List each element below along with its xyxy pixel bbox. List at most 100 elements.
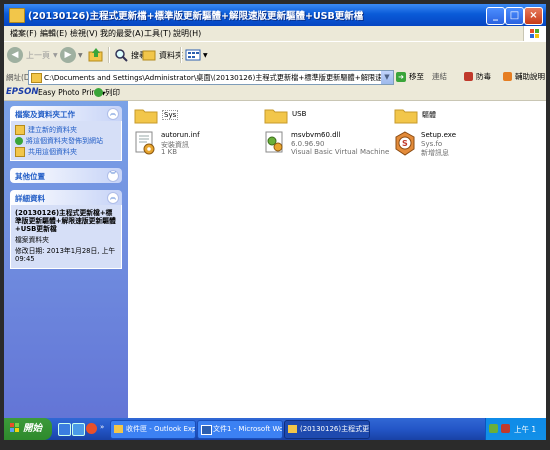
menu-bar: 檔案(F) 編輯(E) 檢視(V) 我的最愛(A) 工具(T) 說明(H): [4, 26, 546, 41]
help-button[interactable]: 輔助說明: [503, 71, 545, 82]
back-button[interactable]: ◀ 上一頁 ▼: [7, 46, 58, 64]
explorer-window: (20130126)主程式更新檔+標準版更新驅體+解限速版更新驅體+USB更新檔…: [4, 4, 546, 440]
links-button[interactable]: 連結: [432, 71, 447, 82]
shield-icon: [464, 72, 473, 81]
menu-favorites[interactable]: 我的最愛(A): [100, 28, 144, 39]
folder-icon: [264, 109, 288, 124]
folder-icon: [288, 425, 297, 433]
details-panel: 詳細資料 ︽ (20130126)主程式更新檔+標準版更新驅體+解限速版更新驅體…: [10, 190, 122, 269]
menu-view[interactable]: 檢視(V): [70, 28, 98, 39]
task-pane: 檔案及資料夾工作 ︽ 建立新的資料夾 將這個資料夾發佈到網站 共用這個資料夾 其…: [4, 101, 128, 418]
chevron-down-icon: ▼: [78, 51, 83, 59]
title-bar[interactable]: (20130126)主程式更新檔+標準版更新驅體+解限速版更新驅體+USB更新檔…: [4, 4, 546, 26]
search-icon: [115, 49, 128, 62]
menu-tools[interactable]: 工具(T): [144, 28, 171, 39]
setup-app-icon: S: [395, 131, 415, 156]
file-tasks-panel: 檔案及資料夾工作 ︽ 建立新的資料夾 將這個資料夾發佈到網站 共用這個資料夾: [10, 106, 122, 161]
address-input[interactable]: C:\Documents and Settings\Administrator\…: [28, 70, 394, 85]
tray-network-icon[interactable]: [489, 424, 498, 433]
printer-icon: [94, 88, 103, 97]
start-button[interactable]: 開始: [4, 418, 52, 440]
forward-button[interactable]: ▶ ▼: [60, 46, 83, 64]
menu-edit[interactable]: 編輯(E): [40, 28, 67, 39]
collapse-icon[interactable]: ︽: [107, 192, 119, 204]
folder-icon: [394, 109, 418, 124]
print-button[interactable]: 列印: [94, 87, 120, 98]
details-modified: 修改日期: 2013年1月28日, 上午 09:45: [15, 247, 116, 263]
dll-file-icon: [265, 131, 283, 153]
quicklaunch-more-icon[interactable]: »: [100, 423, 104, 431]
epson-toolbar: EPSON Easy Photo Print ▼ 列印: [4, 86, 546, 101]
task-publish-web[interactable]: 將這個資料夾發佈到網站: [15, 135, 117, 146]
minimize-button[interactable]: _: [486, 7, 505, 25]
help-icon: [503, 72, 512, 81]
window-title: (20130126)主程式更新檔+標準版更新驅體+解限速版更新驅體+USB更新檔: [28, 11, 364, 22]
epson-logo: EPSON: [6, 87, 39, 97]
task-explorer[interactable]: (20130126)主程式更...: [284, 420, 370, 439]
collapse-icon[interactable]: ︽: [107, 108, 119, 120]
close-button[interactable]: ×: [524, 7, 543, 25]
task-new-folder[interactable]: 建立新的資料夾: [15, 124, 117, 135]
task-share-folder[interactable]: 共用這個資料夾: [15, 146, 117, 157]
menu-file[interactable]: 檔案(F): [10, 28, 37, 39]
task-word[interactable]: 文件1 - Microsoft Word: [197, 420, 283, 439]
file-item-msvbvm60[interactable]: msvbvm60.dll 6.0.96.90 Visual Basic Virt…: [264, 131, 389, 161]
file-item-autorun[interactable]: autorun.inf 安裝資訊 1 KB: [134, 131, 254, 161]
views-icon: [185, 49, 201, 61]
file-list: Sys USB 驅體 autorun.inf 安裝資訊 1 KB msvbvm6…: [128, 101, 546, 418]
details-header[interactable]: 詳細資料 ︽: [10, 190, 122, 205]
other-places-panel: 其他位置 ︾: [10, 168, 122, 183]
folder-item-usb[interactable]: USB: [264, 105, 384, 129]
folder-item-sys[interactable]: Sys: [134, 105, 254, 129]
details-name: (20130126)主程式更新檔+標準版更新驅體+解限速版更新驅體+USB更新檔: [15, 209, 116, 233]
media-icon[interactable]: [86, 423, 97, 434]
new-folder-icon: [15, 124, 25, 135]
chevron-down-icon[interactable]: ▼: [381, 71, 393, 84]
expand-icon[interactable]: ︾: [107, 170, 119, 182]
separator: [108, 47, 110, 63]
system-tray: 上午 1: [485, 418, 546, 440]
folder-icon: [134, 109, 158, 124]
go-arrow-icon: ➜: [396, 71, 406, 82]
windows-flag-icon: [10, 423, 19, 432]
folder-item-driver[interactable]: 驅體: [394, 105, 514, 129]
show-desktop-icon[interactable]: [72, 423, 85, 436]
tray-antivirus-icon[interactable]: [501, 424, 510, 433]
word-icon: [201, 425, 212, 435]
windows-logo-icon: [523, 26, 546, 41]
chevron-down-icon: ▼: [203, 51, 208, 59]
share-folder-icon: [15, 146, 25, 157]
folders-button[interactable]: 資料夾: [142, 46, 183, 64]
clock[interactable]: 上午 1: [514, 424, 536, 435]
file-tasks-header[interactable]: 檔案及資料夾工作 ︽: [10, 106, 122, 121]
views-button[interactable]: ▼: [185, 46, 208, 64]
up-folder-icon: [88, 48, 103, 62]
outlook-icon: [114, 425, 123, 433]
svg-text:S: S: [402, 139, 408, 148]
taskbar: 開始 » 收件匣 - Outlook Exp... 文件1 - Microsof…: [4, 418, 546, 440]
ie-icon[interactable]: [58, 423, 71, 436]
up-folder-button[interactable]: [88, 46, 104, 64]
file-tasks-body: 建立新的資料夾 將這個資料夾發佈到網站 共用這個資料夾: [10, 121, 122, 161]
details-body: (20130126)主程式更新檔+標準版更新驅體+解限速版更新驅體+USB更新檔…: [10, 205, 122, 269]
folder-icon: [9, 8, 25, 23]
menu-help[interactable]: 說明(H): [173, 28, 201, 39]
chevron-down-icon: ▼: [53, 51, 58, 59]
folder-icon: [31, 73, 42, 83]
task-outlook[interactable]: 收件匣 - Outlook Exp...: [110, 420, 196, 439]
settings-file-icon: [135, 131, 155, 155]
details-type: 檔案資料夾: [15, 236, 49, 244]
globe-icon: [15, 136, 23, 145]
file-item-setup[interactable]: S Setup.exe Sys.fo 新增訊息: [394, 131, 514, 161]
other-places-header[interactable]: 其他位置 ︾: [10, 168, 122, 183]
folders-icon: [142, 50, 156, 61]
address-bar: 網址(D) C:\Documents and Settings\Administ…: [4, 68, 546, 87]
go-button[interactable]: ➜ 移至: [396, 71, 424, 82]
separator: [180, 47, 182, 63]
toolbar: ◀ 上一頁 ▼ ▶ ▼ 搜尋 資料夾 ▼: [4, 41, 546, 70]
antivirus-button[interactable]: 防毒: [464, 71, 491, 82]
maximize-button[interactable]: □: [505, 7, 524, 25]
address-path: C:\Documents and Settings\Administrator\…: [44, 73, 393, 82]
back-arrow-icon: ◀: [7, 47, 23, 63]
forward-arrow-icon: ▶: [60, 47, 76, 63]
